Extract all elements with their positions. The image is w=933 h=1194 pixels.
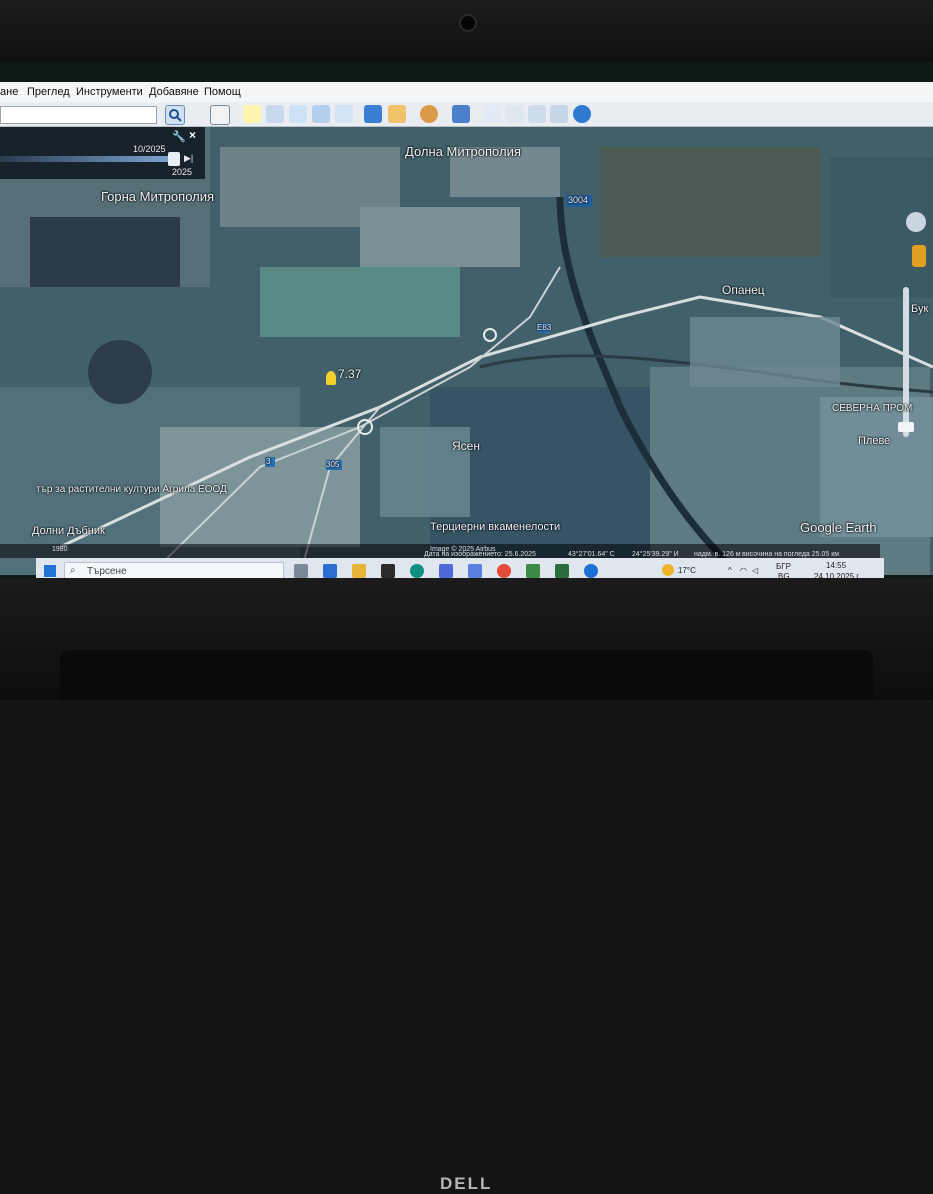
dell-logo: DELL: [440, 1174, 493, 1193]
label-dolni-dabnik: Долни Дъбник: [32, 525, 105, 537]
webcam: [459, 14, 477, 32]
volume-icon[interactable]: ◁: [752, 566, 758, 575]
path-add-icon[interactable]: [289, 105, 307, 123]
earth-icon[interactable]: [573, 105, 591, 123]
menu-tools[interactable]: Инструменти: [76, 86, 143, 98]
satellite-map[interactable]: 7.37 Долна Митрополия Горна Митрополия 3…: [0, 127, 933, 575]
search-icon[interactable]: [165, 105, 185, 125]
search-input[interactable]: [0, 106, 157, 124]
time-slider-track[interactable]: [0, 156, 180, 162]
email-icon[interactable]: [484, 105, 502, 123]
menu-help[interactable]: Помощ: [204, 86, 241, 98]
label-tertsierni: Терциерни вкаменелости: [430, 521, 561, 533]
menu-file[interactable]: ане: [0, 86, 18, 98]
road-label-3: 3: [266, 457, 271, 466]
ruler-icon[interactable]: [452, 105, 470, 123]
temperature[interactable]: 17°C: [678, 566, 696, 575]
taskbar-search-placeholder: Търсене: [87, 566, 127, 577]
slider-date: 10/2025: [133, 144, 166, 154]
label-opanets: Опанец: [722, 283, 765, 297]
placemark-add-icon[interactable]: [243, 105, 261, 123]
widgets-icon[interactable]: [323, 564, 337, 578]
label-pleven: Плеве: [858, 435, 891, 447]
time-slider-handle[interactable]: [168, 152, 180, 166]
teams-icon[interactable]: [468, 564, 482, 578]
menu-add[interactable]: Добавяне: [149, 86, 199, 98]
placemark-pin-icon[interactable]: [326, 371, 336, 385]
tray-chevron-icon[interactable]: ^: [728, 566, 732, 575]
imagery-date: Дата на изображението: 25.6.2025: [424, 551, 536, 558]
sunlight-icon[interactable]: [388, 105, 406, 123]
app-icon-3[interactable]: [555, 564, 569, 578]
menu-view[interactable]: Преглед: [27, 86, 70, 98]
wifi-icon[interactable]: ◠: [740, 566, 747, 575]
label-severna-prom: СЕВЕРНА ПРОМ: [832, 403, 913, 414]
sidebar-toggle-icon[interactable]: [210, 105, 230, 125]
longitude: 24°25'39.29" И: [632, 551, 679, 558]
task-view-icon[interactable]: [294, 564, 308, 578]
language-indicator[interactable]: БГР: [776, 562, 791, 571]
scale-value: 1980: [52, 546, 68, 553]
clock-time[interactable]: 14:55: [826, 561, 846, 570]
label-yasen: Ясен: [452, 439, 480, 453]
label-gorna-mitropolia: Горна Митрополия: [101, 189, 215, 204]
road-label-305: 305: [326, 460, 340, 469]
zoom-slider[interactable]: [903, 287, 909, 437]
status-bar: 1980 Image © 2025 Airbus Дата на изображ…: [0, 544, 880, 558]
polygon-add-icon[interactable]: [266, 105, 284, 123]
label-dolna-mitropolia: Долна Митрополия: [405, 144, 521, 159]
laptop-bezel-top: [0, 0, 933, 62]
google-earth-taskbar-icon[interactable]: [584, 564, 598, 578]
wrench-icon[interactable]: 🔧: [172, 130, 186, 143]
time-slider-panel: 🔧 × 10/2025 ▶| 2025: [0, 127, 205, 179]
tour-record-icon[interactable]: [335, 105, 353, 123]
label-agrila: тър за растителни култури Агрила ЕООД: [36, 484, 227, 495]
laptop-screen: ане Преглед Инструменти Добавяне Помощ 7…: [0, 62, 933, 582]
label-buk: Бук: [911, 303, 929, 315]
placemark-label[interactable]: 7.37: [338, 367, 361, 381]
laptop-hinge: [60, 650, 873, 700]
search-icon: ⌕: [70, 565, 76, 576]
edge-icon[interactable]: [410, 564, 424, 578]
elevation: надм. в. 126 м: [694, 551, 741, 558]
chrome-icon[interactable]: [497, 564, 511, 578]
road-label-e83: E83: [537, 323, 552, 332]
street-view-pegman-icon[interactable]: [912, 245, 926, 267]
planet-switch-icon[interactable]: [420, 105, 438, 123]
maps-icon[interactable]: [550, 105, 568, 123]
app-icon[interactable]: [439, 564, 453, 578]
print-icon[interactable]: [506, 105, 524, 123]
road-label-3004: 3004: [568, 195, 589, 205]
slider-year-end: 2025: [172, 167, 193, 177]
app-icon-2[interactable]: [526, 564, 540, 578]
weather-icon[interactable]: [662, 564, 674, 576]
google-earth-watermark: Google Earth: [800, 520, 877, 535]
eye-altitude: височина на погледа 25.05 км: [742, 551, 840, 558]
historical-imagery-icon[interactable]: [364, 105, 382, 123]
windows-start-icon[interactable]: [44, 565, 56, 577]
next-icon[interactable]: ▶|: [184, 153, 193, 164]
overlay-add-icon[interactable]: [312, 105, 330, 123]
look-joystick-icon[interactable]: [906, 212, 926, 232]
save-image-icon[interactable]: [528, 105, 546, 123]
store-icon[interactable]: [381, 564, 395, 578]
file-explorer-icon[interactable]: [352, 564, 366, 578]
menu-bar: ане Преглед Инструменти Добавяне Помощ: [0, 82, 933, 102]
zoom-handle[interactable]: [898, 422, 914, 432]
close-icon[interactable]: ×: [189, 128, 196, 142]
latitude: 43°27'01.64" С: [568, 551, 615, 558]
